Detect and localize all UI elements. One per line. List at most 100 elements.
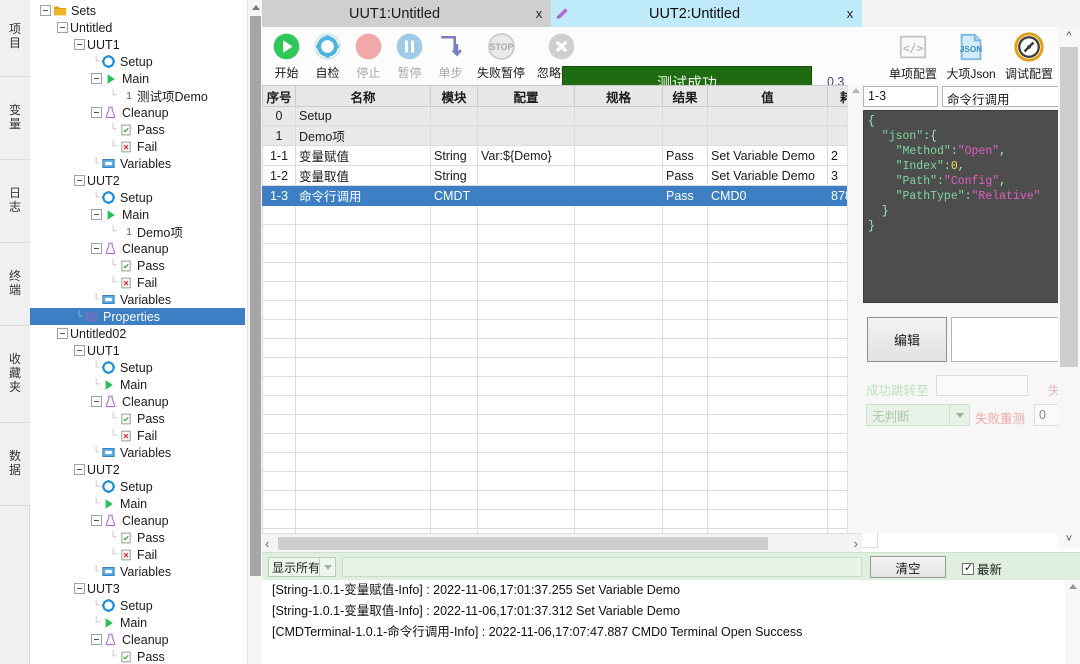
table-column-header[interactable]: 结果 xyxy=(662,85,708,107)
tree-expander-icon[interactable] xyxy=(91,515,102,526)
table-row[interactable] xyxy=(262,395,878,415)
tree-item-uut1[interactable]: UUT1 xyxy=(30,36,245,53)
tree-item-pass[interactable]: └ Pass xyxy=(30,648,245,664)
tree-item-setup[interactable]: └ Setup xyxy=(30,359,245,376)
panel-vertical-scrollbar[interactable]: ^ ˅ xyxy=(1058,27,1080,548)
table-row[interactable] xyxy=(262,376,878,396)
tree-expander-icon[interactable] xyxy=(57,22,68,33)
log-scroll-up-icon[interactable] xyxy=(1069,584,1077,589)
scroll-up-icon[interactable]: ^ xyxy=(1058,27,1080,45)
table-row[interactable] xyxy=(262,300,878,320)
table-column-header[interactable]: 规格 xyxy=(574,85,663,107)
tree-item-uut1[interactable]: UUT1 xyxy=(30,342,245,359)
tree-expander-icon[interactable] xyxy=(57,328,68,339)
judge-select[interactable]: 无判断 xyxy=(866,404,970,426)
table-column-header[interactable]: 模块 xyxy=(430,85,478,107)
toolbar-button-batch-json[interactable]: JSON 大项Json xyxy=(942,29,1000,82)
tree-expander-icon[interactable] xyxy=(74,39,85,50)
vertical-tab-project[interactable]: 项目 xyxy=(0,0,30,77)
table-vertical-scrollbar[interactable] xyxy=(847,85,862,533)
tree-item-sets[interactable]: Sets xyxy=(30,2,245,19)
table-horizontal-scrollbar[interactable]: ‹ › xyxy=(262,533,862,552)
tree-item-untitled[interactable]: Untitled xyxy=(30,19,245,36)
tree-item-setup[interactable]: └ Setup xyxy=(30,53,245,70)
tree-item-fail[interactable]: └ Fail xyxy=(30,546,245,563)
tree-expander-icon[interactable] xyxy=(91,73,102,84)
table-row[interactable] xyxy=(262,357,878,377)
toolbar-button-start[interactable]: 开始 xyxy=(266,29,307,81)
table-row[interactable]: 1-1 变量赋值 String Var:${Demo} Pass Set Variable… xyxy=(262,145,878,166)
tree-item-variables[interactable]: └ Variables xyxy=(30,444,245,461)
table-row[interactable]: 1-2 变量取值 String Pass Set Variable Demo 3 xyxy=(262,165,878,186)
scroll-down-icon[interactable]: ˅ xyxy=(1058,530,1080,548)
table-row[interactable] xyxy=(262,414,878,434)
table-column-header[interactable]: 值 xyxy=(707,85,828,107)
tree-expander-icon[interactable] xyxy=(91,396,102,407)
tree-item-fail[interactable]: └ Fail xyxy=(30,138,245,155)
tree-item-cleanup[interactable]: Cleanup xyxy=(30,631,245,648)
tree-item-variables[interactable]: └ Variables xyxy=(30,291,245,308)
table-column-header[interactable]: 配置 xyxy=(477,85,575,107)
tree-item-main[interactable]: Main xyxy=(30,206,245,223)
latest-checkbox[interactable]: 最新 xyxy=(962,559,1002,578)
tree-expander-icon[interactable] xyxy=(74,345,85,356)
tree-item-demo-[interactable]: └ 1 Demo项 xyxy=(30,223,245,241)
checkbox-checked-icon[interactable] xyxy=(962,561,974,575)
tree-item-fail[interactable]: └ Fail xyxy=(30,427,245,444)
toolbar-button-fail-pause[interactable]: STOP 失败暂停 xyxy=(471,29,531,81)
log-filter-select[interactable]: 显示所有 xyxy=(268,557,336,577)
tree-scroll-up-icon[interactable] xyxy=(248,0,262,15)
tree-expander-icon[interactable] xyxy=(74,583,85,594)
tree-item-cleanup[interactable]: Cleanup xyxy=(30,512,245,529)
edit-button[interactable]: 编辑 xyxy=(867,317,947,362)
toolbar-button-debug-config[interactable]: 调试配置 xyxy=(1000,29,1058,82)
close-icon[interactable]: x xyxy=(838,6,862,21)
tree-item--demo[interactable]: └ 1 测试项Demo xyxy=(30,87,245,105)
table-row[interactable] xyxy=(262,319,878,339)
table-column-header[interactable]: 序号 xyxy=(262,85,296,107)
table-row[interactable]: 1 Demo项 xyxy=(262,125,878,146)
tree-item-pass[interactable]: └ Pass xyxy=(30,121,245,138)
hscroll-thumb[interactable] xyxy=(278,537,768,550)
table-scroll-up-icon[interactable] xyxy=(852,88,860,93)
tree-item-fail[interactable]: └ Fail xyxy=(30,274,245,291)
tree-item-properties[interactable]: └ Properties xyxy=(30,308,245,325)
toolbar-button-item-config[interactable]: </> 单项配置 xyxy=(884,29,942,82)
vertical-tab-terminal[interactable]: 终端 xyxy=(0,243,30,326)
tree-item-uut2[interactable]: UUT2 xyxy=(30,461,245,478)
table-row[interactable] xyxy=(262,338,878,358)
editor-tab-uut2[interactable]: UUT2:Untitled x xyxy=(551,0,862,27)
tree-expander-icon[interactable] xyxy=(91,634,102,645)
edit-output-field[interactable] xyxy=(951,317,1063,362)
tree-item-main[interactable]: └ Main xyxy=(30,614,245,631)
hscroll-right-icon[interactable]: › xyxy=(854,536,858,551)
tree-expander-icon[interactable] xyxy=(40,5,51,16)
vertical-tab-favorites[interactable]: 收藏夹 xyxy=(0,326,30,423)
tree-item-cleanup[interactable]: Cleanup xyxy=(30,393,245,410)
vertical-tab-data[interactable]: 数据 xyxy=(0,423,30,506)
table-row[interactable] xyxy=(262,243,878,263)
tree-item-cleanup[interactable]: Cleanup xyxy=(30,104,245,121)
tree-item-uut2[interactable]: UUT2 xyxy=(30,172,245,189)
tree-item-untitled02[interactable]: Untitled02 xyxy=(30,325,245,342)
scroll-thumb[interactable] xyxy=(1060,47,1078,367)
tree-item-variables[interactable]: └ Variables xyxy=(30,155,245,172)
tree-expander-icon[interactable] xyxy=(74,464,85,475)
table-row[interactable]: 1-3命令行调用CMDTPassCMD0878.0 xyxy=(262,185,878,206)
tree-item-main[interactable]: └ Main xyxy=(30,376,245,393)
table-row[interactable] xyxy=(262,471,878,491)
table-row[interactable] xyxy=(262,281,878,301)
clear-log-button[interactable]: 清空 xyxy=(870,556,946,578)
tree-item-cleanup[interactable]: Cleanup xyxy=(30,240,245,257)
tree-item-uut3[interactable]: UUT3 xyxy=(30,580,245,597)
tree-item-setup[interactable]: └ Setup xyxy=(30,189,245,206)
tree-item-pass[interactable]: └ Pass xyxy=(30,529,245,546)
tree-scroll-thumb[interactable] xyxy=(250,16,261,576)
hscroll-left-icon[interactable]: ‹ xyxy=(265,536,269,551)
config-index-field[interactable]: 1-3 xyxy=(863,86,938,107)
table-column-header[interactable]: 名称 xyxy=(295,85,431,107)
tree-expander-icon[interactable] xyxy=(91,209,102,220)
log-search-input[interactable] xyxy=(342,557,862,577)
tree-item-setup[interactable]: └ Setup xyxy=(30,597,245,614)
table-row[interactable] xyxy=(262,433,878,453)
